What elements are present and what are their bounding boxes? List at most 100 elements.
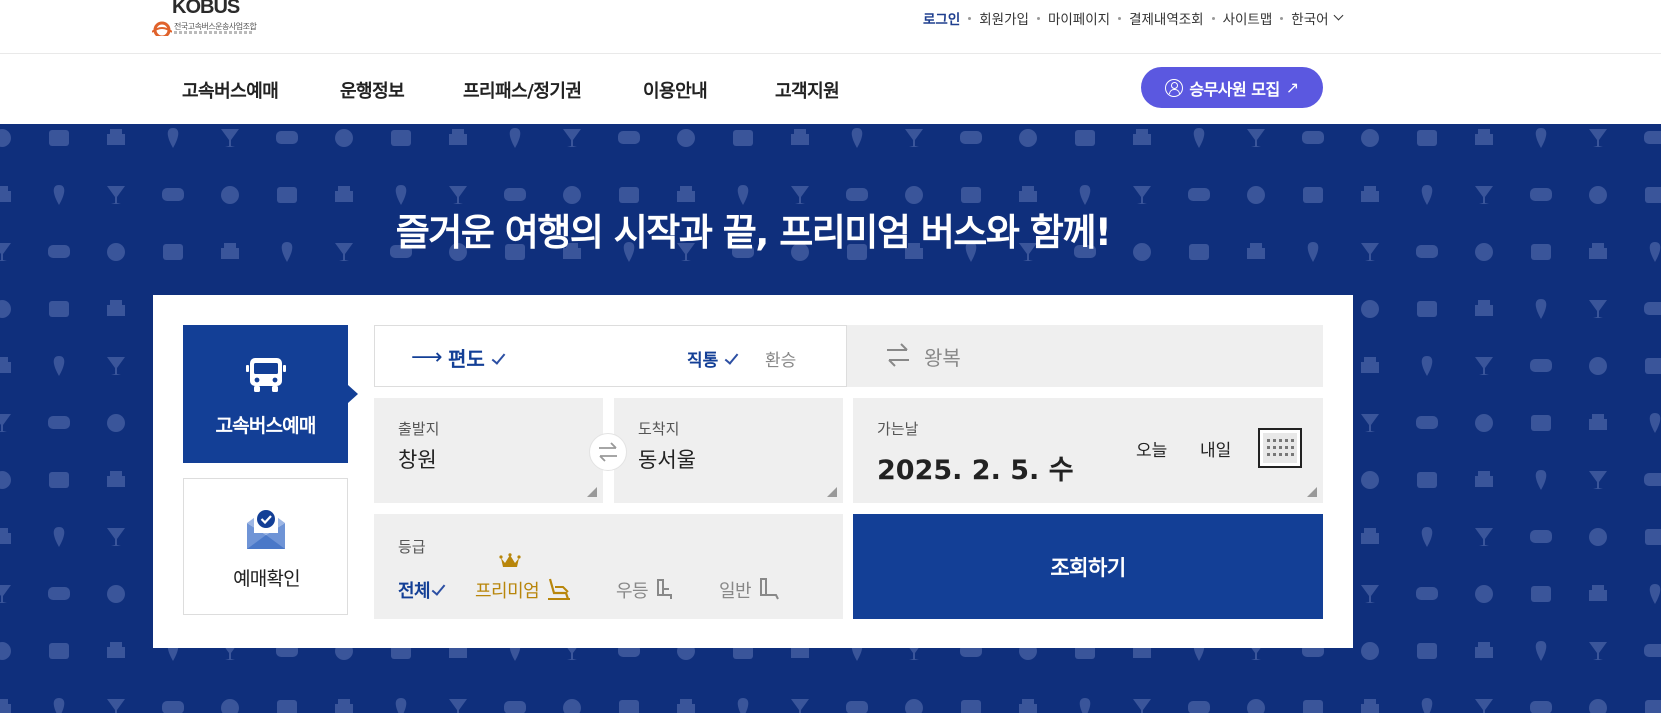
check-icon [491, 350, 506, 365]
pattern-icon [53, 527, 65, 547]
check-icon [724, 350, 739, 365]
nav-item-freepass[interactable]: 프리패스/정기권 [463, 77, 582, 103]
tab-express-booking[interactable]: 고속버스예매 [183, 325, 358, 463]
pattern-icon [504, 701, 526, 713]
pattern-icon [563, 129, 581, 147]
pattern-icon [1361, 129, 1379, 147]
pattern-icon [1361, 699, 1379, 713]
pattern-icon [1530, 359, 1552, 372]
pattern-icon [49, 643, 69, 659]
calendar-icon[interactable] [1258, 428, 1302, 468]
grade-all-option[interactable]: 전체 [398, 577, 446, 603]
pattern-icon [221, 699, 239, 713]
pattern-icon [221, 129, 239, 147]
oneway-option[interactable]: ⟶ 편도 직통 환승 [374, 325, 847, 387]
pattern-icon [618, 131, 640, 144]
pattern-icon [1421, 527, 1433, 547]
pattern-icon [107, 414, 125, 432]
tomorrow-button[interactable]: 내일 [1200, 436, 1231, 461]
nav-item-express-booking[interactable]: 고속버스예매 [182, 77, 279, 103]
pattern-icon [162, 188, 184, 201]
pattern-icon [1589, 471, 1607, 489]
grade-standard-option[interactable]: 일반 [719, 577, 782, 604]
kobus-logo[interactable]: KOBUS 전국고속버스운송사업조합 [152, 0, 262, 40]
nav-item-route-info[interactable]: 운행정보 [340, 77, 405, 103]
pattern-icon [1645, 187, 1661, 203]
pattern-icon [960, 131, 982, 144]
premium-seat-icon [548, 578, 571, 600]
search-button[interactable]: 조회하기 [853, 514, 1323, 619]
pattern-icon [504, 188, 526, 201]
envelope-check-icon [247, 507, 285, 549]
person-icon [1165, 78, 1184, 97]
bus-icon [246, 358, 286, 392]
direct-option[interactable]: 직통 [687, 346, 739, 371]
pattern-icon [846, 701, 868, 713]
login-link[interactable]: 로그인 [923, 8, 960, 28]
pattern-icon [1644, 131, 1661, 144]
pattern-icon [0, 585, 11, 603]
pattern-icon [1361, 642, 1379, 660]
signup-link[interactable]: 회원가입 [979, 8, 1029, 28]
pattern-icon [1589, 528, 1607, 546]
mypage-link[interactable]: 마이페이지 [1048, 8, 1110, 28]
pattern-icon [791, 129, 809, 145]
pattern-icon [0, 129, 11, 147]
pattern-icon [961, 700, 981, 713]
transfer-option[interactable]: 환승 [765, 346, 796, 371]
pattern-icon [1589, 129, 1607, 147]
departure-date-field[interactable]: 가는날 2025. 2. 5. 수 오늘 내일 [853, 398, 1323, 503]
grade-deluxe-option[interactable]: 우등 [616, 577, 679, 604]
payment-history-link[interactable]: 결제내역조회 [1129, 8, 1204, 28]
pattern-icon [276, 131, 298, 144]
pattern-icon [1361, 186, 1379, 202]
standard-seat-icon [760, 578, 780, 600]
pattern-icon [1421, 698, 1433, 713]
pattern-icon [395, 698, 407, 713]
chevron-down-icon[interactable] [1333, 10, 1343, 20]
swap-arrows-icon [887, 343, 909, 367]
pattern-icon [1019, 699, 1037, 713]
tab-reservation-check[interactable]: 예매확인 [183, 478, 348, 615]
pattern-icon [1589, 300, 1607, 318]
grade-field: 등급 전체 프리미엄 우등 일반 [374, 514, 843, 619]
pattern-icon [1645, 358, 1661, 374]
oneway-label: 편도 [448, 343, 506, 372]
nav-item-support[interactable]: 고객지원 [775, 77, 840, 103]
sitemap-link[interactable]: 사이트맵 [1223, 8, 1273, 28]
nav-item-guide[interactable]: 이용안내 [643, 77, 708, 103]
main-nav: 고속버스예매 운행정보 프리패스/정기권 이용안내 고객지원 승무사원 모집 ↗ [0, 54, 1661, 124]
pattern-icon [677, 186, 695, 202]
pattern-icon [449, 129, 467, 145]
language-select[interactable]: 한국어 [1291, 8, 1328, 28]
recruit-button[interactable]: 승무사원 모집 ↗ [1141, 67, 1323, 108]
grade-premium-option[interactable]: 프리미엄 [475, 553, 572, 604]
pattern-icon [0, 471, 11, 489]
pattern-icon [49, 130, 69, 146]
separator-dot [1036, 16, 1040, 20]
pattern-icon [162, 701, 184, 713]
departure-field[interactable]: 출발지 창원 [374, 398, 603, 503]
pattern-icon [1075, 130, 1095, 146]
pattern-icon [1079, 698, 1091, 713]
pattern-icon [1475, 129, 1493, 145]
pattern-icon [619, 700, 639, 713]
hero-headline: 즐거운 여행의 시작과 끝, 프리미엄 버스와 함께! [0, 202, 1661, 256]
roundtrip-option[interactable]: 왕복 [847, 325, 1323, 387]
pattern-icon [335, 699, 353, 713]
pattern-icon [0, 186, 11, 202]
pattern-icon [1589, 699, 1607, 713]
swap-locations-button[interactable] [589, 433, 627, 471]
arrow-right-icon: ⟶ [411, 345, 443, 370]
arrival-field[interactable]: 도착지 동서울 [614, 398, 843, 503]
pattern-icon [1416, 416, 1438, 429]
pattern-icon [1361, 357, 1379, 373]
departure-caption: 출발지 [398, 420, 440, 438]
pattern-icon [1417, 130, 1437, 146]
top-utility-bar: KOBUS 전국고속버스운송사업조합 로그인 회원가입 마이페이지 결제내역조회… [0, 0, 1661, 54]
corner-indicator-icon [827, 487, 837, 497]
pattern-icon [391, 130, 411, 146]
today-button[interactable]: 오늘 [1136, 436, 1167, 461]
pattern-icon [851, 128, 863, 148]
pattern-icon [53, 698, 65, 713]
